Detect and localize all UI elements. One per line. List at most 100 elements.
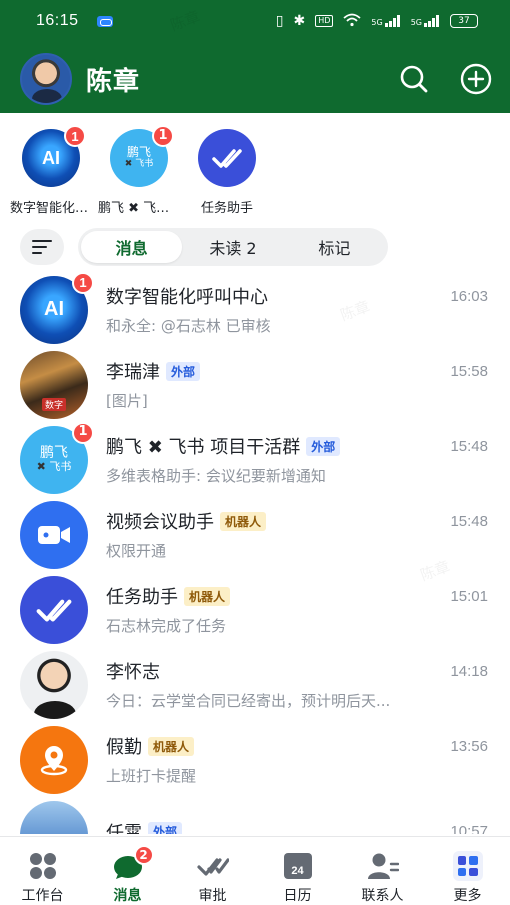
contact-avatar	[20, 650, 88, 719]
contact-avatar: 数字	[20, 350, 88, 419]
nav-more[interactable]: 更多	[425, 837, 510, 905]
chat-list: AI 1 数字智能化呼叫中心 16:03 和永全: @石志林 已审核 数字 李瑞…	[0, 272, 510, 834]
pinned-item-label: 数字智能化呼叫中心	[10, 201, 92, 216]
attendance-avatar	[20, 725, 88, 794]
tab-messages[interactable]: 消息	[81, 231, 183, 263]
chat-name: 任务助手	[106, 587, 178, 608]
chat-preview: 多维表格助手: 会议纪要新增通知	[106, 467, 326, 485]
menu-icon	[32, 240, 52, 254]
signal-1-icon: 5G	[371, 15, 400, 27]
status-time: 16:15	[36, 12, 79, 29]
nav-messages[interactable]: 2 消息	[85, 837, 170, 905]
workspace-icon	[27, 851, 59, 881]
nav-label: 日历	[283, 888, 312, 904]
robot-tag: 机器人	[148, 736, 195, 756]
unread-badge: 1	[152, 125, 174, 147]
pinned-item[interactable]: 鹏飞✖ 飞书 1 鹏飞 ✖ 飞书 项目干活群	[98, 118, 180, 218]
nav-label: 更多	[453, 888, 482, 904]
header: 陈章	[0, 48, 510, 110]
status-icons: ▯ ✱ HD 5G 5G 37	[276, 13, 478, 30]
calendar-icon: 24	[282, 851, 314, 881]
chat-row[interactable]: AI 1 数字智能化呼叫中心 16:03 和永全: @石志林 已审核	[0, 272, 510, 347]
nav-calendar[interactable]: 24 日历	[255, 837, 340, 905]
chat-name: 任霄	[106, 822, 142, 835]
chat-name: 鹏飞 ✖ 飞书 项目干活群	[106, 437, 301, 458]
plus-circle-icon[interactable]	[460, 63, 492, 95]
signal-2-icon: 5G	[411, 15, 440, 27]
chat-time: 15:48	[450, 437, 488, 455]
video-camera-icon	[38, 525, 70, 544]
nav-approval[interactable]: 审批	[170, 837, 255, 905]
contact-avatar	[20, 800, 88, 834]
nav-label: 工作台	[21, 888, 64, 904]
external-tag: 外部	[306, 436, 341, 456]
chat-time: 15:58	[450, 362, 488, 380]
unread-badge: 2	[133, 845, 154, 865]
chat-preview: 石志林完成了任务	[106, 617, 227, 635]
unread-badge: 1	[72, 272, 94, 294]
search-icon[interactable]	[398, 63, 430, 95]
chat-time: 10:57	[450, 823, 488, 834]
message-icon: 2	[112, 845, 154, 881]
nav-label: 消息	[113, 888, 142, 904]
chat-row[interactable]: 任霄 外部 10:57	[0, 797, 510, 834]
chat-row[interactable]: 假勤 机器人 13:56 上班打卡提醒	[0, 722, 510, 797]
unread-badge: 1	[64, 125, 86, 147]
approval-icon	[196, 851, 229, 881]
location-pin-icon	[40, 745, 68, 775]
nav-label: 联系人	[361, 888, 404, 904]
wifi-icon	[343, 13, 361, 30]
contacts-icon	[367, 851, 399, 881]
pinned-item[interactable]: 任务助手	[186, 118, 268, 218]
chat-name: 李瑞津	[106, 362, 160, 383]
battery-icon: 37	[450, 14, 478, 28]
double-check-icon	[212, 149, 242, 168]
chat-time: 15:01	[450, 587, 488, 605]
double-check-icon	[36, 599, 72, 622]
chat-time: 15:48	[450, 512, 488, 530]
chat-name: 数字智能化呼叫中心	[106, 287, 268, 308]
ai-avatar: AI 1	[20, 272, 94, 344]
tab-flagged[interactable]: 标记	[284, 231, 385, 263]
message-filter-tabs: 消息 未读 2 标记	[78, 228, 388, 266]
chat-row[interactable]: 鹏飞 ✖ 飞书 1 鹏飞 ✖ 飞书 项目干活群 外部 15:48 多维表格助手: …	[0, 421, 510, 497]
chat-preview: 上班打卡提醒	[106, 767, 197, 785]
chat-name: 李怀志	[106, 662, 160, 683]
task-assistant-avatar	[20, 575, 88, 644]
nav-workspace[interactable]: 工作台	[0, 837, 85, 905]
nav-label: 审批	[198, 888, 227, 904]
external-tag: 外部	[166, 361, 201, 381]
pinned-item-label: 鹏飞 ✖ 飞书 项目干活群	[98, 201, 180, 216]
bottom-nav: 工作台 2 消息 审批 24 日历 联系人 更多	[0, 836, 510, 905]
pinned-item[interactable]: AI 1 数字智能化呼叫中心	[10, 118, 92, 218]
chat-row[interactable]: 视频会议助手 机器人 15:48 权限开通	[0, 497, 510, 572]
chat-row[interactable]: 任务助手 机器人 15:01 石志林完成了任务	[0, 572, 510, 647]
chat-preview: 权限开通	[106, 542, 167, 560]
group-avatar: 鹏飞 ✖ 飞书 1	[20, 421, 94, 494]
more-apps-icon	[452, 851, 484, 881]
tab-unread[interactable]: 未读 2	[182, 231, 283, 263]
nav-contacts[interactable]: 联系人	[340, 837, 425, 905]
ai-avatar: AI 1	[22, 125, 86, 187]
status-bar: 16:15 ▯ ✱ HD 5G 5G 37	[0, 0, 510, 42]
vibrate-icon: ▯	[275, 13, 284, 29]
robot-tag: 机器人	[184, 586, 231, 606]
chat-preview: 和永全: @石志林 已审核	[106, 317, 271, 335]
chat-time: 14:18	[450, 662, 488, 680]
my-avatar[interactable]	[20, 53, 72, 105]
video-meeting-avatar	[20, 500, 88, 569]
unread-badge: 1	[72, 421, 94, 444]
chat-preview: 今日：云学堂合同已经寄出，预计明后天...	[106, 692, 391, 710]
filter-menu-button[interactable]	[20, 229, 64, 265]
chat-name: 视频会议助手	[106, 512, 214, 533]
chat-row[interactable]: 李怀志 14:18 今日：云学堂合同已经寄出，预计明后天...	[0, 647, 510, 722]
chat-name: 假勤	[106, 737, 142, 758]
hd-icon: HD	[315, 15, 334, 27]
chat-time: 16:03	[450, 287, 488, 305]
chat-preview: [图片]	[106, 392, 148, 410]
task-assistant-avatar	[198, 129, 256, 187]
calendar-date: 24	[291, 865, 304, 877]
external-tag: 外部	[148, 822, 183, 834]
chat-time: 13:56	[450, 737, 488, 755]
chat-row[interactable]: 数字 李瑞津 外部 15:58 [图片]	[0, 347, 510, 422]
